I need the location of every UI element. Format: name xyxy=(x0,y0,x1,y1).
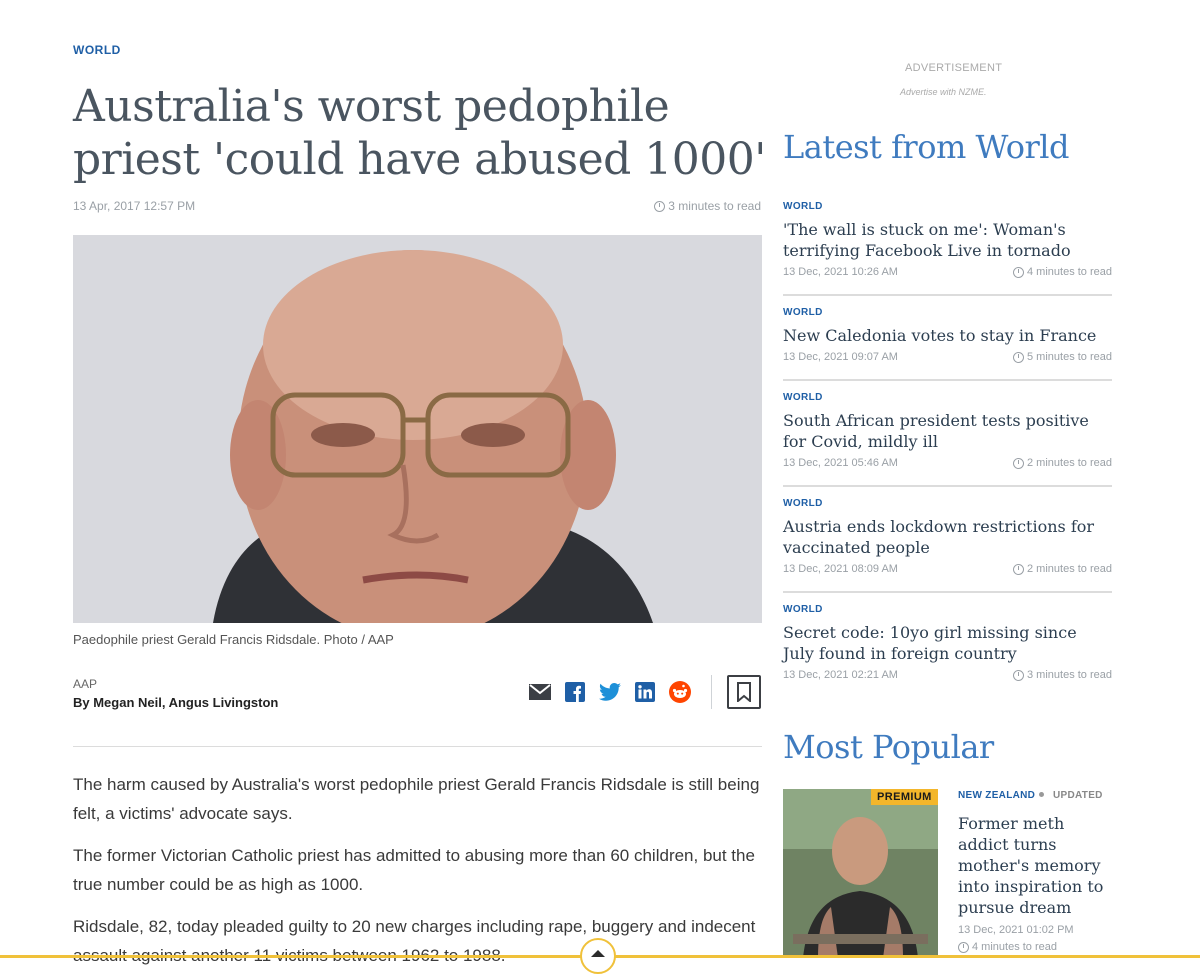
item-title[interactable]: New Caledonia votes to stay in France xyxy=(783,325,1112,346)
linkedin-icon[interactable] xyxy=(633,680,656,703)
item-divider xyxy=(783,591,1112,593)
clock-icon xyxy=(1013,266,1024,278)
item-title[interactable]: 'The wall is stuck on me': Woman's terri… xyxy=(783,219,1112,261)
item-date: 13 Dec, 2021 08:09 AM xyxy=(783,563,898,575)
item-read-time: 4 minutes to read xyxy=(1027,266,1112,278)
share-divider xyxy=(711,675,712,709)
read-time-label: 4 minutes to read xyxy=(972,941,1057,953)
image-caption: Paedophile priest Gerald Francis Ridsdal… xyxy=(73,632,394,647)
item-date: 13 Dec, 2021 09:07 AM xyxy=(783,351,898,363)
item-title[interactable]: South African president tests positive f… xyxy=(783,410,1112,452)
article-source: AAP xyxy=(73,677,98,691)
item-read-time: 2 minutes to read xyxy=(1027,457,1112,469)
advertise-link[interactable]: Advertise with NZME. xyxy=(900,87,987,97)
clock-icon xyxy=(1013,669,1024,681)
latest-item[interactable]: WORLD Secret code: 10yo girl missing sin… xyxy=(783,604,1112,681)
item-divider xyxy=(783,379,1112,381)
item-read-time: 3 minutes to read xyxy=(1027,669,1112,681)
article-paragraph-3: Ridsdale, 82, today pleaded guilty to 20… xyxy=(73,917,756,965)
hero-photo xyxy=(73,235,762,623)
most-popular-heading: Most Popular xyxy=(783,728,994,766)
share-bar xyxy=(528,680,691,703)
item-read-time: 2 minutes to read xyxy=(1027,563,1112,575)
read-time-label: 3 minutes to read xyxy=(668,199,761,213)
advertisement-label: ADVERTISEMENT xyxy=(905,62,1003,74)
item-title[interactable]: Austria ends lockdown restrictions for v… xyxy=(783,516,1112,558)
email-icon[interactable] xyxy=(528,680,551,703)
article-byline: By Megan Neil, Angus Livingston xyxy=(73,695,279,710)
item-divider xyxy=(783,485,1112,487)
latest-item[interactable]: WORLD Austria ends lockdown restrictions… xyxy=(783,498,1112,575)
latest-item[interactable]: WORLD New Caledonia votes to stay in Fra… xyxy=(783,307,1112,363)
item-tag[interactable]: WORLD xyxy=(783,392,1112,403)
item-tag[interactable]: WORLD xyxy=(783,307,1112,318)
updated-label: UPDATED xyxy=(1053,790,1103,801)
popular-title[interactable]: Former meth addict turns mother's memory… xyxy=(958,813,1108,918)
clock-icon xyxy=(654,200,666,212)
chevron-up-icon xyxy=(591,950,605,957)
item-tag[interactable]: WORLD xyxy=(783,604,1112,615)
item-tag[interactable]: WORLD xyxy=(783,201,1112,212)
latest-item[interactable]: WORLD 'The wall is stuck on me': Woman's… xyxy=(783,201,1112,278)
dot-separator xyxy=(1039,792,1044,797)
clock-icon xyxy=(1013,457,1024,469)
section-tag[interactable]: WORLD xyxy=(73,43,121,57)
item-date: 13 Dec, 2021 10:26 AM xyxy=(783,266,898,278)
article-paragraph-1: The harm caused by Australia's worst ped… xyxy=(73,775,760,823)
article-read-time: 3 minutes to read xyxy=(654,199,761,213)
article-headline: Australia's worst pedophile priest 'coul… xyxy=(73,81,766,185)
bookmark-button[interactable] xyxy=(727,675,761,709)
article-divider xyxy=(73,746,762,747)
twitter-icon[interactable] xyxy=(598,680,621,703)
popular-read-time: 4 minutes to read xyxy=(958,941,1057,953)
latest-heading: Latest from World xyxy=(783,128,1070,166)
popular-tag[interactable]: NEW ZEALAND xyxy=(958,790,1035,801)
popular-date: 13 Dec, 2021 01:02 PM xyxy=(958,924,1074,936)
article-date: 13 Apr, 2017 12:57 PM xyxy=(73,199,196,213)
reddit-icon[interactable] xyxy=(668,680,691,703)
hero-image xyxy=(73,235,762,623)
item-read-time: 5 minutes to read xyxy=(1027,351,1112,363)
item-tag[interactable]: WORLD xyxy=(783,498,1112,509)
popular-photo xyxy=(783,789,938,958)
article-paragraph-2: The former Victorian Catholic priest has… xyxy=(73,846,755,894)
facebook-icon[interactable] xyxy=(563,680,586,703)
item-date: 13 Dec, 2021 02:21 AM xyxy=(783,669,898,681)
clock-icon xyxy=(1013,351,1024,363)
item-divider xyxy=(783,294,1112,296)
item-date: 13 Dec, 2021 05:46 AM xyxy=(783,457,898,469)
item-title[interactable]: Secret code: 10yo girl missing since Jul… xyxy=(783,622,1112,664)
premium-badge: PREMIUM xyxy=(871,789,938,805)
scroll-up-button[interactable] xyxy=(580,938,616,974)
bookmark-icon xyxy=(737,682,751,702)
popular-thumbnail[interactable] xyxy=(783,789,938,958)
clock-icon xyxy=(958,941,969,953)
latest-item[interactable]: WORLD South African president tests posi… xyxy=(783,392,1112,469)
clock-icon xyxy=(1013,563,1024,575)
